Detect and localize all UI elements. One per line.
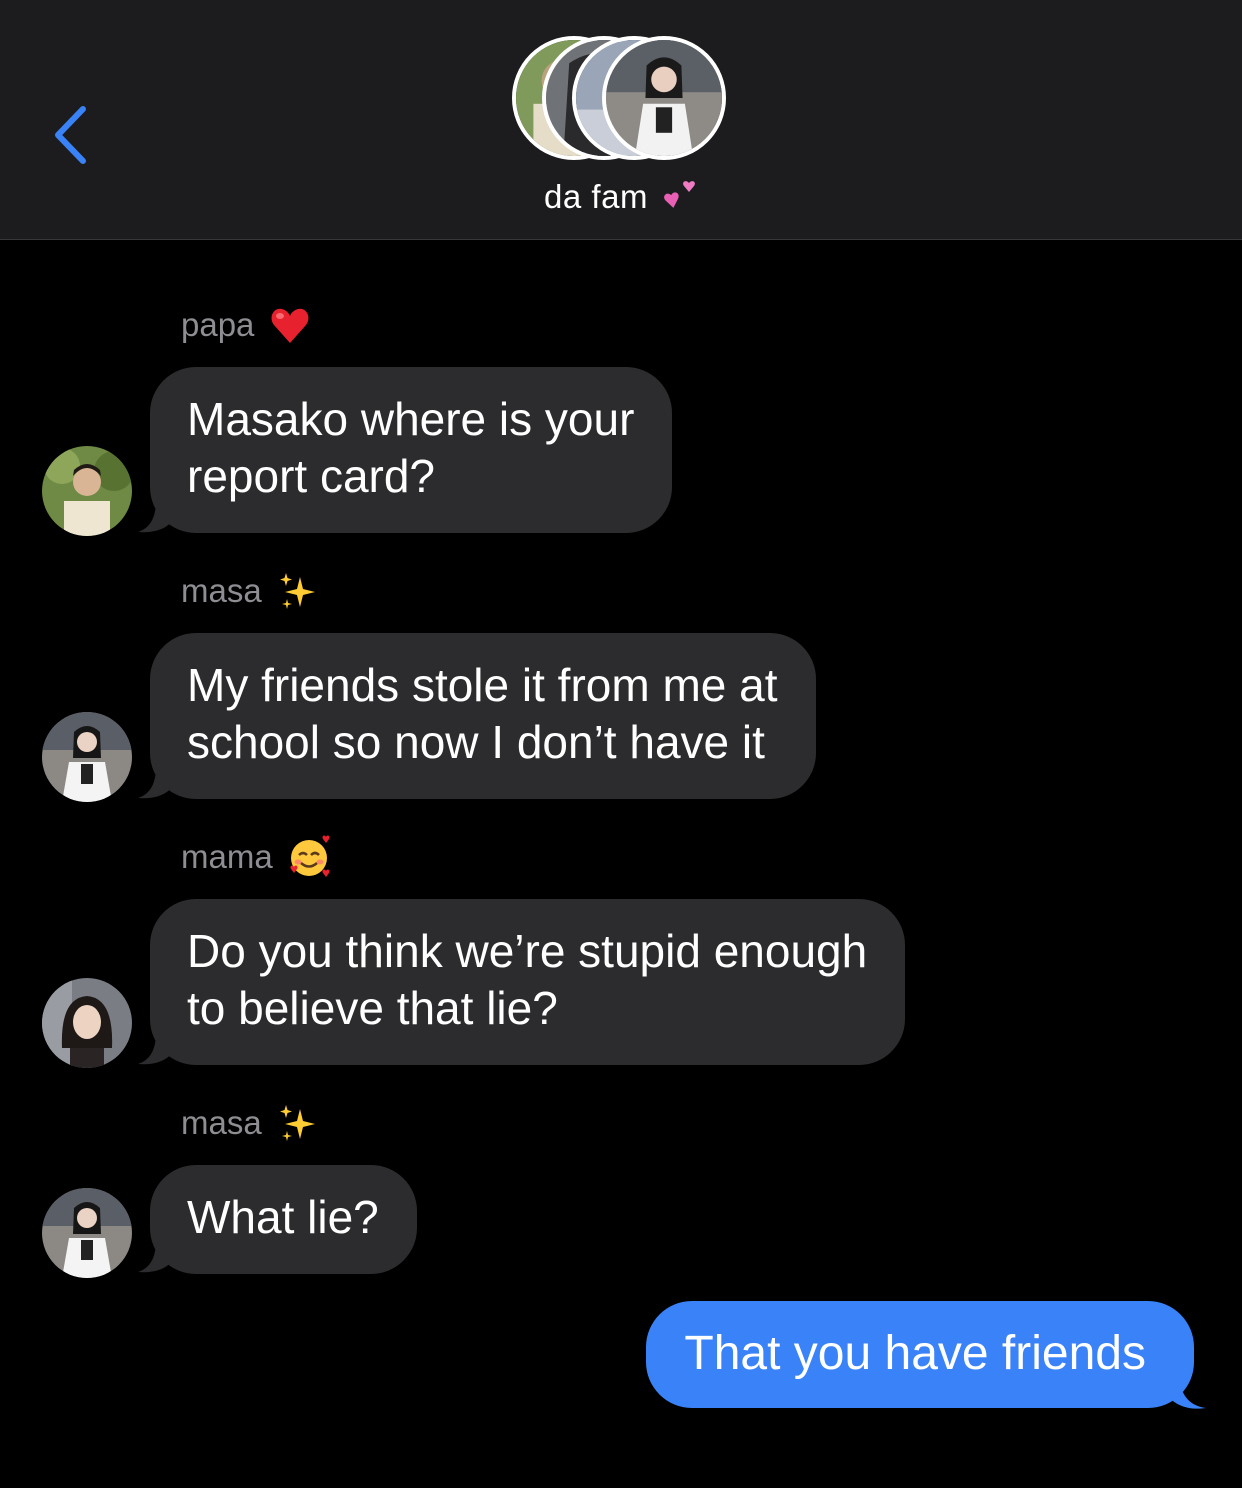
message-bubble[interactable]: My friends stole it from me at school so… bbox=[150, 633, 816, 799]
message-line: That you have friends bbox=[684, 1327, 1146, 1380]
conversation-header: da fam bbox=[0, 0, 1242, 240]
group-name: da fam bbox=[544, 178, 648, 215]
messages-screen: da fam papa Masako where is your report … bbox=[0, 0, 1242, 1488]
back-button[interactable] bbox=[40, 95, 100, 175]
sender-name: mama bbox=[181, 838, 273, 875]
sparkles-icon bbox=[276, 569, 320, 613]
message-line: My friends stole it from me at bbox=[187, 659, 778, 711]
message-line: Masako where is your bbox=[187, 393, 635, 445]
outgoing-message-bubble[interactable]: That you have friends bbox=[646, 1301, 1194, 1408]
smiling-face-with-hearts-icon bbox=[287, 835, 331, 879]
group-avatar-stack[interactable] bbox=[512, 36, 732, 164]
chevron-left-icon bbox=[55, 106, 86, 164]
two-hearts-icon bbox=[658, 178, 698, 214]
sparkles-icon bbox=[276, 1101, 320, 1145]
message-bubble[interactable]: Masako where is your report card? bbox=[150, 367, 673, 533]
group-member-avatar bbox=[602, 36, 726, 160]
red-heart-icon bbox=[268, 303, 312, 347]
message-line: Do you think we’re stupid enough bbox=[187, 925, 868, 977]
avatar-mama[interactable] bbox=[42, 978, 132, 1068]
sender-label: masa bbox=[181, 1098, 320, 1148]
message-bubble[interactable]: Do you think we’re stupid enough to beli… bbox=[150, 899, 906, 1065]
message-line: school so now I don’t have it bbox=[187, 716, 765, 768]
message-line: What lie? bbox=[187, 1191, 379, 1243]
sender-label: masa bbox=[181, 566, 320, 616]
message-line: report card? bbox=[187, 450, 436, 502]
avatar-masa[interactable] bbox=[42, 712, 132, 802]
sender-label: papa bbox=[181, 300, 312, 350]
avatar-papa[interactable] bbox=[42, 446, 132, 536]
sender-name: papa bbox=[181, 306, 255, 343]
message-line: to believe that lie? bbox=[187, 982, 558, 1034]
sender-name: masa bbox=[181, 572, 262, 609]
message-bubble[interactable]: What lie? bbox=[150, 1165, 417, 1274]
avatar-masa[interactable] bbox=[42, 1188, 132, 1278]
sender-name: masa bbox=[181, 1104, 262, 1141]
sender-label: mama bbox=[181, 832, 331, 882]
group-title[interactable]: da fam bbox=[0, 178, 1242, 216]
